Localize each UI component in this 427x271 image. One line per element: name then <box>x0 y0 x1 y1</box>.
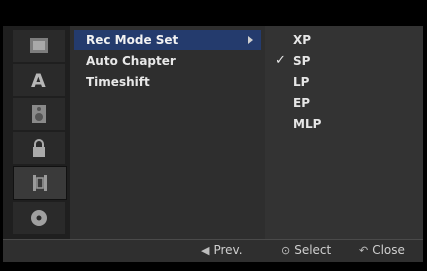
svg-text:A: A <box>31 70 46 91</box>
sidebar-item-language[interactable]: A <box>13 64 65 96</box>
options-panel: XP ✓ SP LP EP MLP <box>265 26 423 240</box>
option-label: SP <box>293 54 311 68</box>
setup-menu-screen: A Rec Mode Set Auto Chapter Timeshift XP… <box>3 26 423 262</box>
close-label: Close <box>372 243 405 257</box>
check-icon: ✓ <box>275 53 286 68</box>
prev-button[interactable]: ◀ Prev. <box>201 243 243 257</box>
menu-item-auto-chapter[interactable]: Auto Chapter <box>74 51 261 71</box>
option-label: EP <box>293 96 310 110</box>
option-lp[interactable]: LP <box>275 72 415 92</box>
close-button[interactable]: ↶ Close <box>359 243 405 257</box>
option-label: XP <box>293 33 312 47</box>
category-sidebar: A <box>8 26 70 240</box>
option-xp[interactable]: XP <box>275 30 415 50</box>
footer-bar: ◀ Prev. ⊙ Select ↶ Close <box>3 239 423 262</box>
menu-item-rec-mode-set[interactable]: Rec Mode Set <box>74 30 261 50</box>
option-ep[interactable]: EP <box>275 93 415 113</box>
prev-label: Prev. <box>213 243 243 257</box>
menu-item-label: Auto Chapter <box>86 54 176 68</box>
sidebar-item-audio[interactable] <box>13 98 65 130</box>
sidebar-item-disc[interactable] <box>13 30 65 62</box>
left-arrow-icon: ◀ <box>201 243 210 257</box>
option-label: LP <box>293 75 310 89</box>
menu-item-label: Timeshift <box>86 75 150 89</box>
return-icon: ↶ <box>359 243 369 257</box>
sidebar-item-dvd[interactable] <box>13 202 65 234</box>
option-mlp[interactable]: MLP <box>275 114 415 134</box>
enter-icon: ⊙ <box>281 243 291 257</box>
menu-item-timeshift[interactable]: Timeshift <box>74 72 261 92</box>
menu-panel: Rec Mode Set Auto Chapter Timeshift <box>70 26 266 240</box>
select-button[interactable]: ⊙ Select <box>281 243 331 257</box>
speaker-icon <box>32 105 46 123</box>
sidebar-item-lock[interactable] <box>13 132 65 164</box>
lock-icon <box>33 139 45 157</box>
film-strip-icon <box>33 175 47 191</box>
submenu-arrow-icon <box>248 36 253 44</box>
dvd-disc-icon <box>31 210 47 226</box>
disc-tray-icon <box>30 38 48 53</box>
language-a-icon: A <box>31 70 46 91</box>
menu-item-label: Rec Mode Set <box>86 33 179 47</box>
option-label: MLP <box>293 117 322 131</box>
select-label: Select <box>294 243 332 257</box>
option-sp[interactable]: ✓ SP <box>275 51 415 71</box>
sidebar-item-recording[interactable] <box>13 166 67 200</box>
